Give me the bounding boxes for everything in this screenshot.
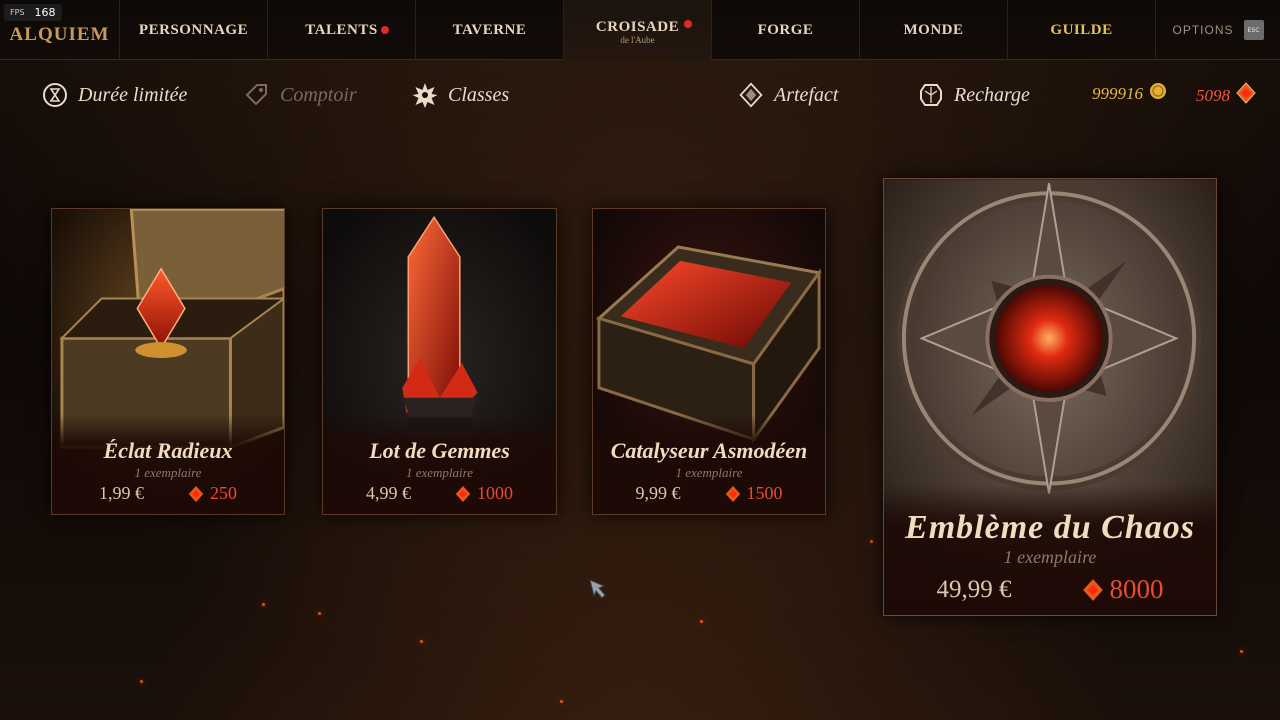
gem-amount: 8000 xyxy=(1109,574,1164,604)
product-quantity: 1 exemplaire xyxy=(675,465,743,480)
nav-taverne[interactable]: TAVERNE xyxy=(416,0,564,60)
tab-label: Durée limitée xyxy=(78,83,188,106)
gem-amount: 1000 xyxy=(477,483,513,503)
tab-label: Comptoir xyxy=(280,83,357,106)
ember xyxy=(140,680,143,683)
product-price: 4,99 € xyxy=(366,483,411,503)
product-price: 49,99 € xyxy=(936,575,1012,603)
product-quantity: 1 exemplaire xyxy=(1003,547,1097,567)
price-row: 49,99 € 8000 xyxy=(884,574,1216,605)
gem-amount: 250 xyxy=(210,483,237,503)
nav-label: MONDE xyxy=(903,21,964,38)
gauntlet-cursor-icon xyxy=(589,579,606,599)
tab-label: Recharge xyxy=(954,83,1030,106)
product-title: Éclat Radieux xyxy=(103,438,233,463)
nav-label: TALENTS xyxy=(305,21,378,38)
ember xyxy=(1240,650,1243,653)
product-price: 1,99 € xyxy=(99,483,144,503)
ember xyxy=(262,603,265,606)
crystal-icon xyxy=(918,82,944,108)
ember xyxy=(560,700,563,703)
game-logo: FPS 168 ALQUIEM xyxy=(0,0,120,60)
gold-value: 999916 xyxy=(1092,83,1143,103)
notification-dot xyxy=(381,26,389,34)
product-card-asmodean-catalyst[interactable]: Catalyseur Asmodéen 1 exemplaire 9,99 € … xyxy=(592,208,826,515)
options-button[interactable]: OPTIONS ESC xyxy=(1156,0,1280,60)
product-gem-reward: 1000 xyxy=(455,483,513,504)
fps-counter: FPS 168 xyxy=(4,4,62,21)
nav-sublabel: de l'Aube xyxy=(620,35,655,45)
product-gem-reward: 250 xyxy=(188,483,237,504)
product-gem-reward: 1500 xyxy=(725,483,783,504)
gold-balance: 999916 xyxy=(1092,82,1167,105)
red-gem-icon xyxy=(1236,82,1256,109)
product-card-chaos-emblem[interactable]: Emblème du Chaos 1 exemplaire 49,99 € 80… xyxy=(883,178,1217,616)
tab-counter[interactable]: Comptoir xyxy=(244,80,357,110)
ember xyxy=(420,640,423,643)
nav-monde[interactable]: MONDE xyxy=(860,0,1008,60)
nav-label: TAVERNE xyxy=(452,21,527,38)
product-quantity: 1 exemplaire xyxy=(405,465,474,480)
nav-guilde[interactable]: GUILDE xyxy=(1008,0,1156,60)
product-title: Catalyseur Asmodéen xyxy=(610,438,808,463)
red-gem-icon xyxy=(455,485,471,502)
card-info: Lot de Gemmes 1 exemplaire 4,99 € 1000 xyxy=(323,414,556,514)
shop-tabs: Durée limitée Comptoir Classes Artefact … xyxy=(0,60,1280,130)
price-row: 1,99 € 250 xyxy=(52,483,284,504)
hourglass-icon xyxy=(42,82,68,108)
options-label: OPTIONS xyxy=(1172,23,1234,37)
nav-forge[interactable]: FORGE xyxy=(712,0,860,60)
product-quantity: 1 exemplaire xyxy=(134,465,202,480)
nav-croisade[interactable]: CROISADE de l'Aube xyxy=(564,0,712,60)
ember xyxy=(318,612,321,615)
fps-value: 168 xyxy=(34,6,56,19)
nav-personnage[interactable]: PERSONNAGE xyxy=(120,0,268,60)
logo-text: ALQUIEM xyxy=(9,24,110,45)
red-gem-icon xyxy=(1082,578,1103,601)
product-title: Lot de Gemmes xyxy=(369,438,510,463)
tab-classes[interactable]: Classes xyxy=(412,80,509,110)
nav-label: GUILDE xyxy=(1050,21,1113,38)
ember xyxy=(870,540,873,543)
price-row: 4,99 € 1000 xyxy=(323,483,556,504)
tab-artifact[interactable]: Artefact xyxy=(738,80,838,110)
price-row: 9,99 € 1500 xyxy=(593,483,825,504)
product-title: Emblème du Chaos xyxy=(905,509,1195,546)
gem-balance: 5098 xyxy=(1196,82,1256,109)
star-burst-icon xyxy=(412,82,438,108)
price-tag-icon xyxy=(244,82,270,108)
red-gem-icon xyxy=(188,485,204,502)
product-price: 9,99 € xyxy=(635,483,681,503)
product-card-gem-bundle[interactable]: Lot de Gemmes 1 exemplaire 4,99 € 1000 xyxy=(322,208,557,515)
tab-label: Artefact xyxy=(774,83,839,106)
nav-label: CROISADE xyxy=(595,19,680,35)
card-info: Emblème du Chaos 1 exemplaire 49,99 € 80… xyxy=(884,485,1216,615)
nav-talents[interactable]: TALENTS xyxy=(268,0,416,60)
red-gem-icon xyxy=(725,485,740,502)
gold-coin-icon xyxy=(1149,82,1167,105)
card-info: Éclat Radieux 1 exemplaire 1,99 € 250 xyxy=(52,414,284,514)
nav-label: FORGE xyxy=(757,21,814,38)
tab-limited[interactable]: Durée limitée xyxy=(42,80,187,110)
tab-label: Classes xyxy=(448,83,510,106)
product-gem-reward: 8000 xyxy=(1082,574,1164,605)
gem-value: 5098 xyxy=(1196,85,1230,105)
tab-recharge[interactable]: Recharge xyxy=(918,80,1030,110)
artifact-icon xyxy=(738,82,764,108)
top-nav: FPS 168 ALQUIEM PERSONNAGE TALENTS TAVER… xyxy=(0,0,1280,60)
fps-label: FPS xyxy=(10,8,25,17)
card-info: Catalyseur Asmodéen 1 exemplaire 9,99 € … xyxy=(593,414,825,514)
product-card-radiant-shard[interactable]: Éclat Radieux 1 exemplaire 1,99 € 250 xyxy=(51,208,285,515)
gem-amount: 1500 xyxy=(746,483,783,503)
nav-label: PERSONNAGE xyxy=(138,21,249,38)
notification-dot xyxy=(684,20,692,28)
ember xyxy=(700,620,703,623)
esc-key-icon: ESC xyxy=(1243,20,1264,40)
